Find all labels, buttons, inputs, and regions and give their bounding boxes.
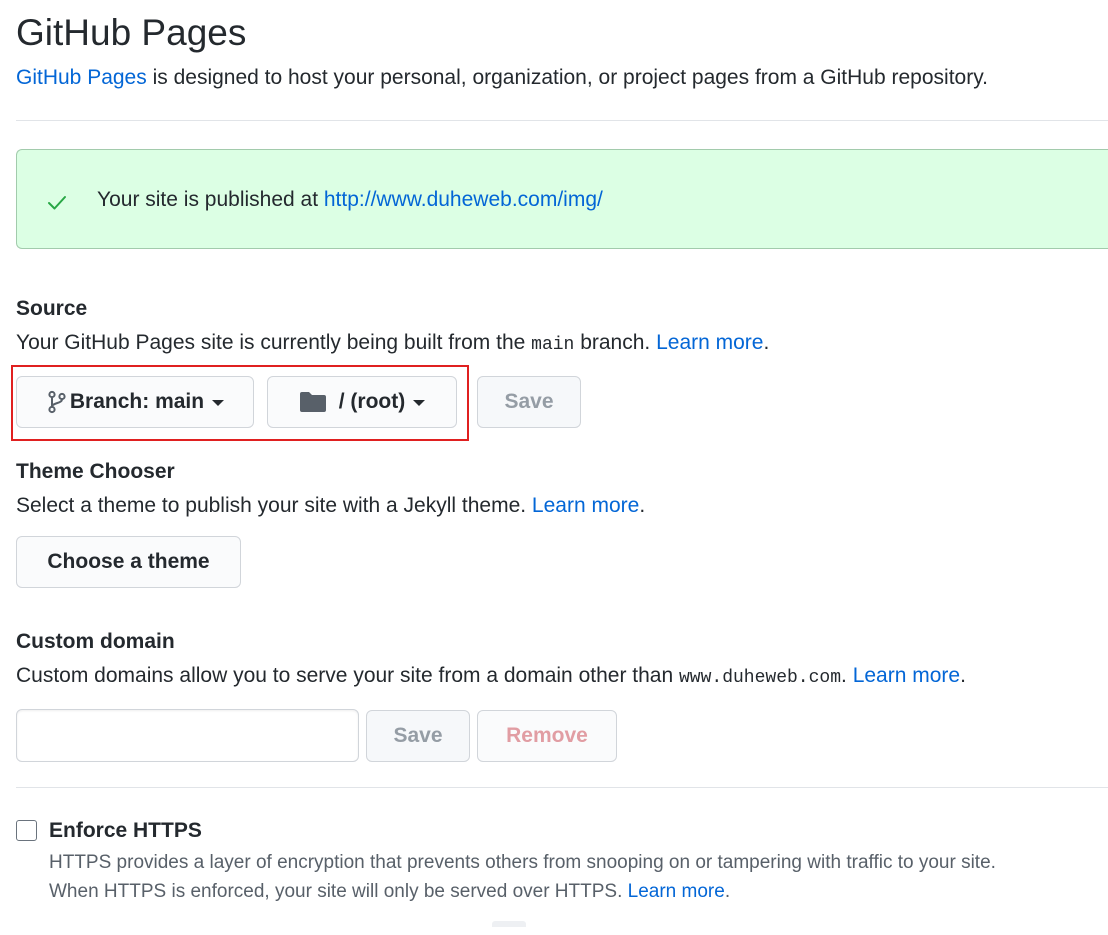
chevron-down-icon <box>212 400 225 406</box>
custom-domain-description: Custom domains allow you to serve your s… <box>16 662 966 692</box>
enforce-https-label[interactable]: Enforce HTTPS <box>49 817 202 845</box>
branch-select-label: Branch: main <box>69 390 205 413</box>
theme-desc-text: Select a theme to publish your site with… <box>16 494 532 517</box>
folder-select-label: / (root) <box>338 390 406 413</box>
source-period: . <box>763 331 770 354</box>
source-learn-more-link[interactable]: Learn more <box>656 331 763 354</box>
published-message: Your site is published at http://www.duh… <box>97 186 603 214</box>
branch-select-button[interactable]: Branch: main <box>16 376 254 428</box>
https-note-line-2-text: When HTTPS is enforced, your site will o… <box>49 881 628 902</box>
check-icon <box>48 196 66 210</box>
custom-domain-save-button[interactable]: Save <box>366 710 470 762</box>
https-learn-more-link[interactable]: Learn more <box>628 881 725 902</box>
source-desc-text: Your GitHub Pages site is currently bein… <box>16 331 532 354</box>
source-desc-text-2: branch. <box>574 331 657 354</box>
github-pages-link[interactable]: GitHub Pages <box>16 66 147 89</box>
folder-icon <box>299 392 326 412</box>
custom-domain-code: www.duheweb.com <box>678 668 842 688</box>
https-divider <box>16 787 1108 788</box>
theme-chooser-title: Theme Chooser <box>16 460 175 483</box>
source-branch-code: main <box>531 335 575 355</box>
intro-description: is designed to host your personal, organ… <box>146 66 988 89</box>
git-branch-icon <box>48 390 66 414</box>
intro-text: GitHub Pages is designed to host your pe… <box>16 64 988 92</box>
https-period: . <box>724 881 731 902</box>
choose-theme-button[interactable]: Choose a theme <box>16 536 241 588</box>
source-save-button[interactable]: Save <box>477 376 581 428</box>
page-title: GitHub Pages <box>16 12 247 53</box>
folder-select-button[interactable]: / (root) <box>267 376 457 428</box>
https-note-line-2: When HTTPS is enforced, your site will o… <box>49 877 996 906</box>
enforce-https-checkbox[interactable] <box>16 820 37 841</box>
custom-domain-period: . <box>960 664 966 687</box>
theme-period: . <box>639 494 646 517</box>
scroll-edge-mark <box>492 921 526 927</box>
https-note-line-1: HTTPS provides a layer of encryption tha… <box>49 852 996 873</box>
custom-domain-remove-button[interactable]: Remove <box>477 710 617 762</box>
published-label: Your site is published at <box>97 188 324 211</box>
theme-description: Select a theme to publish your site with… <box>16 492 645 520</box>
enforce-https-note: HTTPS provides a layer of encryption tha… <box>49 848 996 906</box>
header-divider <box>16 120 1108 121</box>
custom-domain-title: Custom domain <box>16 630 175 653</box>
published-url-link[interactable]: http://www.duheweb.com/img/ <box>324 188 603 211</box>
custom-domain-input[interactable] <box>16 709 359 762</box>
source-description: Your GitHub Pages site is currently bein… <box>16 329 769 359</box>
chevron-down-icon <box>413 400 426 406</box>
source-title: Source <box>16 297 88 320</box>
custom-domain-desc-text: Custom domains allow you to serve your s… <box>16 664 679 687</box>
custom-domain-desc-text-2: . <box>841 664 853 687</box>
custom-domain-learn-more-link[interactable]: Learn more <box>853 664 960 687</box>
theme-learn-more-link[interactable]: Learn more <box>532 494 639 517</box>
published-flash: Your site is published at http://www.duh… <box>16 149 1108 249</box>
